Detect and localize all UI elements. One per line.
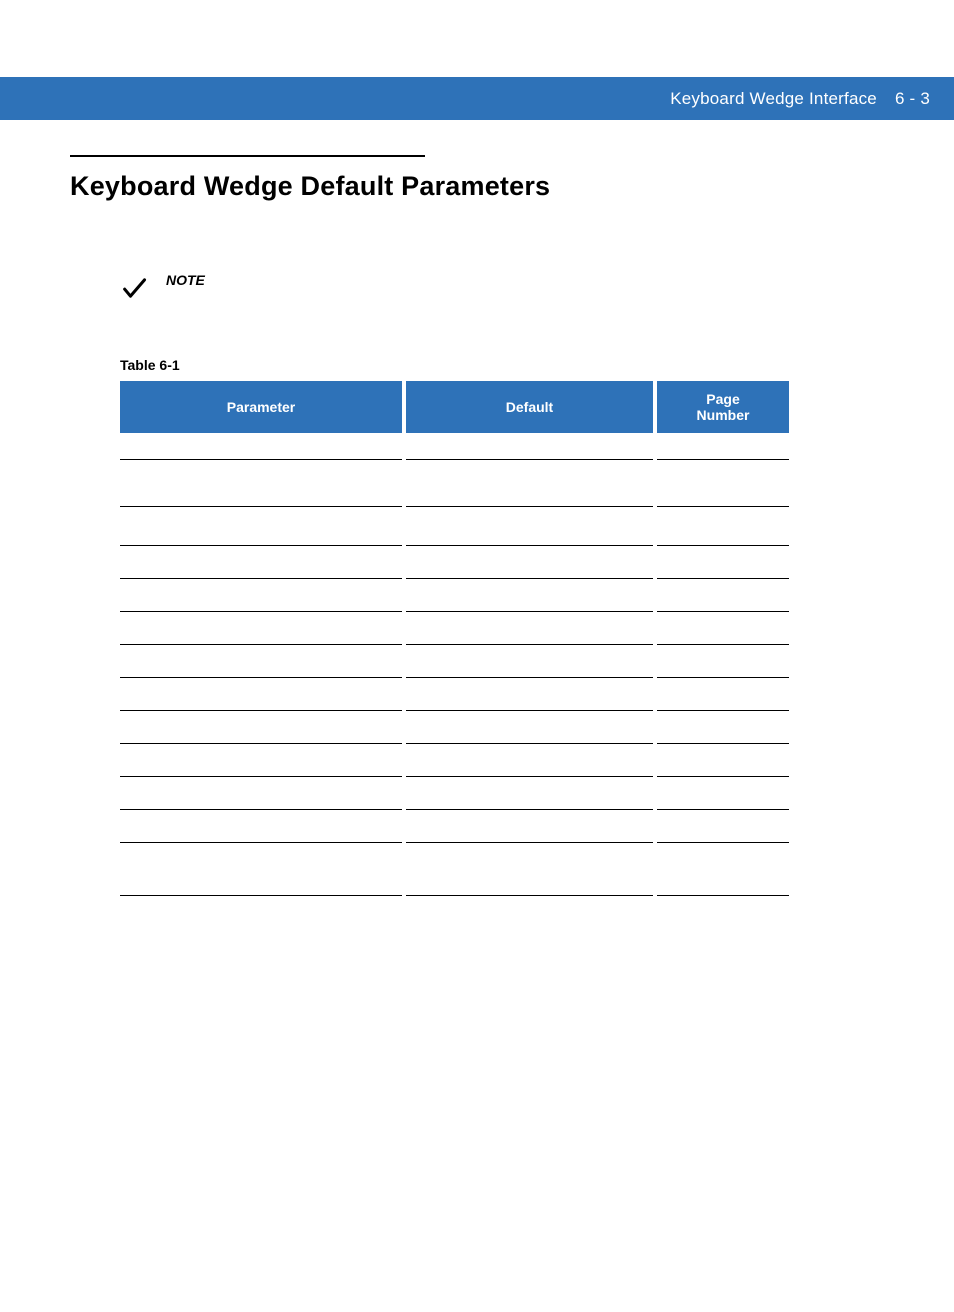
cell-page_number	[655, 711, 789, 744]
cell-page_number	[655, 744, 789, 777]
page-header: Keyboard Wedge Interface 6 - 3	[0, 77, 954, 120]
cell-parameter	[120, 579, 404, 612]
cell-default	[404, 810, 655, 843]
table-row	[120, 507, 789, 546]
check-icon	[120, 274, 148, 302]
cell-parameter	[120, 612, 404, 645]
section-rule	[70, 155, 425, 157]
cell-default	[404, 546, 655, 579]
note-label: NOTE	[166, 272, 205, 288]
cell-default	[404, 843, 655, 896]
table-caption: Table 6-1	[120, 357, 894, 373]
cell-default	[404, 460, 655, 507]
cell-parameter	[120, 777, 404, 810]
table-row	[120, 645, 789, 678]
cell-page_number	[655, 645, 789, 678]
cell-page_number	[655, 546, 789, 579]
cell-parameter	[120, 744, 404, 777]
cell-default	[404, 612, 655, 645]
cell-default	[404, 744, 655, 777]
cell-page_number	[655, 810, 789, 843]
table-row	[120, 546, 789, 579]
cell-page_number	[655, 460, 789, 507]
cell-default	[404, 579, 655, 612]
chapter-title: Keyboard Wedge Interface	[670, 89, 877, 109]
cell-default	[404, 645, 655, 678]
table-spacer-row	[120, 433, 789, 460]
cell-parameter	[120, 810, 404, 843]
parameters-table: Parameter Default PageNumber	[120, 381, 789, 896]
table-row	[120, 744, 789, 777]
cell-parameter	[120, 843, 404, 896]
table-row	[120, 711, 789, 744]
col-header-page-number: PageNumber	[655, 381, 789, 433]
cell-parameter	[120, 460, 404, 507]
cell-page_number	[655, 579, 789, 612]
cell-page_number	[655, 678, 789, 711]
note-block: NOTE	[120, 272, 894, 302]
table-row	[120, 678, 789, 711]
cell-parameter	[120, 546, 404, 579]
table-row	[120, 843, 789, 896]
table-row	[120, 579, 789, 612]
cell-default	[404, 507, 655, 546]
table-row	[120, 777, 789, 810]
cell-parameter	[120, 507, 404, 546]
cell-page_number	[655, 843, 789, 896]
cell-page_number	[655, 612, 789, 645]
table-row	[120, 612, 789, 645]
cell-parameter	[120, 645, 404, 678]
col-header-default: Default	[404, 381, 655, 433]
cell-parameter	[120, 711, 404, 744]
table-row	[120, 460, 789, 507]
cell-default	[404, 711, 655, 744]
section-title: Keyboard Wedge Default Parameters	[70, 171, 894, 202]
page-number: 6 - 3	[895, 89, 930, 109]
cell-page_number	[655, 507, 789, 546]
cell-parameter	[120, 678, 404, 711]
cell-default	[404, 678, 655, 711]
table-row	[120, 810, 789, 843]
col-header-parameter: Parameter	[120, 381, 404, 433]
table-header-row: Parameter Default PageNumber	[120, 381, 789, 433]
cell-page_number	[655, 777, 789, 810]
cell-default	[404, 777, 655, 810]
